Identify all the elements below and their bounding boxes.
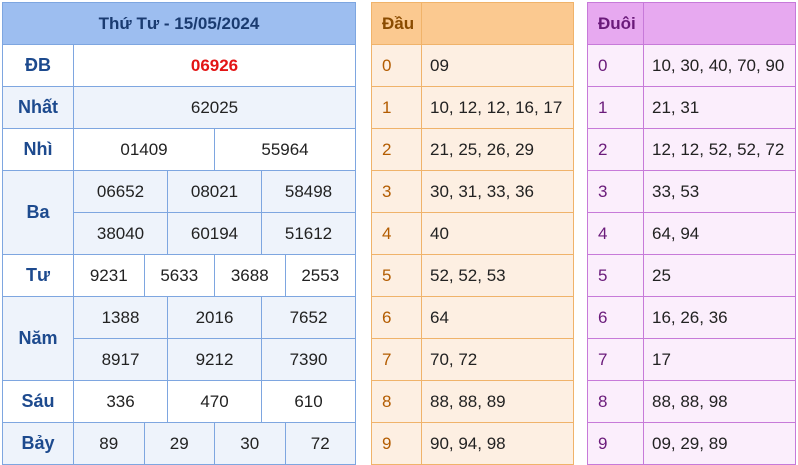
dau-digit: 7 [371, 338, 422, 381]
duoi-digit: 2 [587, 128, 644, 171]
dau-values: 40 [421, 212, 574, 255]
prize-label-tu: Tư [2, 254, 74, 297]
prize-nhi-value: 55964 [214, 128, 356, 171]
dau-digit: 1 [371, 86, 422, 129]
prize-ba-value: 60194 [167, 212, 262, 255]
prize-ba-value: 08021 [167, 170, 262, 213]
dau-digit: 2 [371, 128, 422, 171]
dau-values: 21, 25, 26, 29 [421, 128, 574, 171]
prize-ba-value: 51612 [261, 212, 356, 255]
results-table: Thứ Tư - 15/05/2024 ĐB 06926 Nhất 62025 … [2, 2, 356, 465]
prize-bay-value: 30 [214, 422, 286, 465]
prize-label-ba: Ba [2, 170, 74, 255]
prize-bay-value: 72 [284, 422, 356, 465]
duoi-digit: 5 [587, 254, 644, 297]
dau-values: 88, 88, 89 [421, 380, 574, 423]
prize-ba-value: 06652 [73, 170, 168, 213]
dau-values: 52, 52, 53 [421, 254, 574, 297]
dau-digit: 8 [371, 380, 422, 423]
duoi-header-blank [643, 2, 796, 45]
prize-nhi-value: 01409 [73, 128, 215, 171]
duoi-digit: 3 [587, 170, 644, 213]
prize-tu-value: 9231 [73, 254, 145, 297]
prize-nam-value: 7652 [261, 296, 356, 339]
prize-ba-value: 38040 [73, 212, 168, 255]
prize-label-sau: Sáu [2, 380, 74, 423]
duoi-values: 09, 29, 89 [643, 422, 796, 465]
prize-bay-value: 29 [143, 422, 215, 465]
prize-nam-value: 7390 [261, 338, 356, 381]
dau-values: 90, 94, 98 [421, 422, 574, 465]
dau-header-blank [421, 2, 574, 45]
dau-digit: 9 [371, 422, 422, 465]
prize-sau-value: 470 [167, 380, 262, 423]
prize-label-nhat: Nhất [2, 86, 74, 129]
duoi-digit: 1 [587, 86, 644, 129]
prize-nam-value: 9212 [167, 338, 262, 381]
duoi-header: Đuôi [587, 2, 644, 45]
dau-digit: 3 [371, 170, 422, 213]
prize-ba-value: 58498 [261, 170, 356, 213]
duoi-table: Đuôi 0 10, 30, 40, 70, 90 1 21, 31 2 12, 12… [587, 2, 796, 465]
prize-db-value: 06926 [73, 44, 356, 87]
dau-values: 30, 31, 33, 36 [421, 170, 574, 213]
results-title: Thứ Tư - 15/05/2024 [2, 2, 356, 45]
dau-digit: 5 [371, 254, 422, 297]
dau-digit: 4 [371, 212, 422, 255]
dau-values: 64 [421, 296, 574, 339]
duoi-values: 64, 94 [643, 212, 796, 255]
duoi-digit: 6 [587, 296, 644, 339]
duoi-values: 12, 12, 52, 52, 72 [643, 128, 796, 171]
duoi-digit: 4 [587, 212, 644, 255]
prize-label-bay: Bảy [2, 422, 74, 465]
duoi-values: 17 [643, 338, 796, 381]
prize-nam-value: 1388 [73, 296, 168, 339]
duoi-values: 88, 88, 98 [643, 380, 796, 423]
prize-nam-value: 2016 [167, 296, 262, 339]
prize-nhat-value: 62025 [73, 86, 356, 129]
duoi-digit: 7 [587, 338, 644, 381]
duoi-digit: 0 [587, 44, 644, 87]
duoi-digit: 8 [587, 380, 644, 423]
prize-tu-value: 5633 [143, 254, 215, 297]
dau-digit: 0 [371, 44, 422, 87]
dau-table: Đầu 0 09 1 10, 12, 12, 16, 17 2 21, 25, 26,… [371, 2, 574, 465]
dau-values: 09 [421, 44, 574, 87]
prize-bay-value: 89 [73, 422, 145, 465]
duoi-values: 10, 30, 40, 70, 90 [643, 44, 796, 87]
duoi-values: 21, 31 [643, 86, 796, 129]
prize-label-nhi: Nhì [2, 128, 74, 171]
prize-nam-value: 8917 [73, 338, 168, 381]
prize-tu-value: 3688 [214, 254, 286, 297]
dau-digit: 6 [371, 296, 422, 339]
dau-values: 70, 72 [421, 338, 574, 381]
prize-sau-value: 610 [261, 380, 356, 423]
duoi-values: 25 [643, 254, 796, 297]
dau-values: 10, 12, 12, 16, 17 [421, 86, 574, 129]
dau-header: Đầu [371, 2, 422, 45]
prize-sau-value: 336 [73, 380, 168, 423]
duoi-values: 16, 26, 36 [643, 296, 796, 339]
prize-label-db: ĐB [2, 44, 74, 87]
duoi-values: 33, 53 [643, 170, 796, 213]
prize-label-nam: Năm [2, 296, 74, 381]
prize-tu-value: 2553 [284, 254, 356, 297]
duoi-digit: 9 [587, 422, 644, 465]
